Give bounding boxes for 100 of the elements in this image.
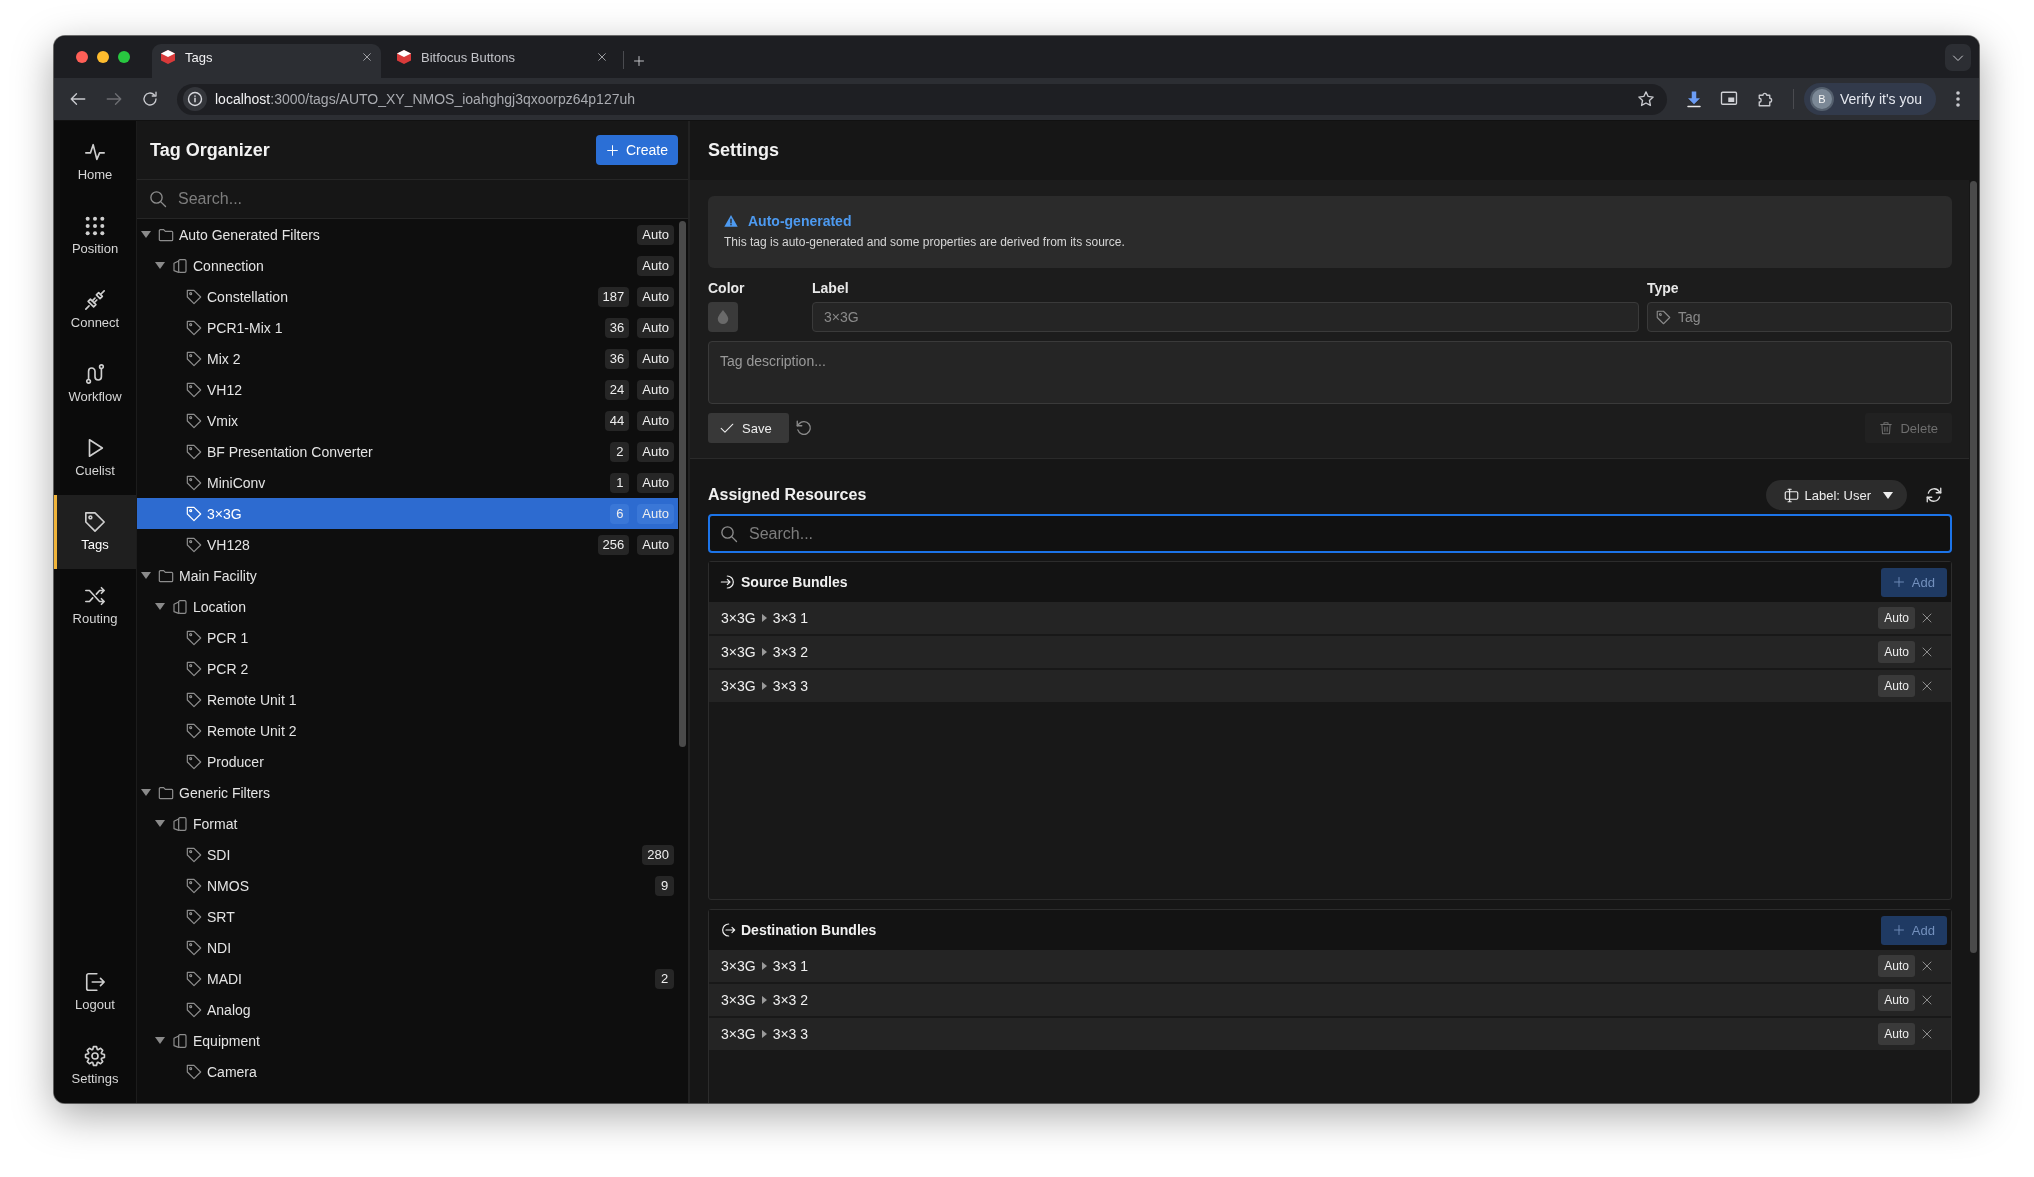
caret-down-icon[interactable]: [141, 789, 151, 796]
color-swatch[interactable]: [708, 302, 738, 332]
close-icon[interactable]: [1921, 646, 1933, 658]
pulse-icon: [84, 141, 106, 163]
tree-item[interactable]: MiniConv 1 Auto: [137, 467, 678, 498]
caret-down-icon[interactable]: [155, 262, 165, 269]
address-bar[interactable]: localhost:3000/tags/AUTO_XY_NMOS_ioahghgj3qxoorpz64p127uh: [177, 83, 1667, 115]
plus-icon: [1892, 576, 1905, 588]
window-maximize-icon[interactable]: [118, 51, 130, 63]
tree-item[interactable]: Camera: [137, 1056, 678, 1087]
close-icon[interactable]: [597, 52, 607, 62]
nav-item[interactable]: Cuelist: [54, 421, 136, 495]
tree-item[interactable]: 3×3G 6 Auto: [137, 498, 678, 529]
close-icon[interactable]: [1921, 612, 1933, 624]
caret-down-icon[interactable]: [155, 1037, 165, 1044]
plus-icon[interactable]: [633, 55, 645, 67]
create-button[interactable]: Create: [595, 135, 678, 165]
window-icon[interactable]: [1720, 90, 1738, 108]
tree-item[interactable]: Equipment: [137, 1025, 678, 1056]
nav-item[interactable]: Position: [54, 199, 136, 273]
window-minimize-icon[interactable]: [97, 51, 109, 63]
nav-item[interactable]: Home: [54, 125, 136, 199]
tree-item[interactable]: Constellation 187 Auto: [137, 281, 678, 312]
caret-down-icon[interactable]: [155, 603, 165, 610]
tab-list-button[interactable]: [1945, 44, 1971, 71]
nav-item[interactable]: Connect: [54, 273, 136, 347]
nav-item[interactable]: Routing: [54, 569, 136, 643]
reload-icon[interactable]: [141, 90, 159, 108]
tree-item[interactable]: Remote Unit 2: [137, 715, 678, 746]
profile-button[interactable]: B Verify it's you: [1804, 83, 1937, 115]
tree-item[interactable]: Remote Unit 1: [137, 684, 678, 715]
description-field[interactable]: Tag description...: [708, 341, 1952, 404]
tree-item[interactable]: Analog: [137, 994, 678, 1025]
tree-item[interactable]: Connection Auto: [137, 250, 678, 281]
tree-item[interactable]: Format: [137, 808, 678, 839]
save-button[interactable]: Save: [708, 413, 789, 443]
caret-down-icon[interactable]: [141, 572, 151, 579]
settings-icon: [84, 1045, 106, 1067]
tree-item[interactable]: Mix 2 36 Auto: [137, 343, 678, 374]
tree-item[interactable]: VH12 24 Auto: [137, 374, 678, 405]
tree-item[interactable]: PCR 1: [137, 622, 678, 653]
label-dropdown[interactable]: Label: User: [1765, 480, 1907, 510]
puzzle-icon[interactable]: [1757, 90, 1775, 108]
nav-item[interactable]: Logout: [54, 955, 136, 1029]
tree-item[interactable]: PCR 2: [137, 653, 678, 684]
star-icon[interactable]: [1637, 90, 1655, 108]
field-label: Type: [1647, 280, 1680, 296]
tree-item[interactable]: Main Facility: [137, 560, 678, 591]
window-close-icon[interactable]: [76, 51, 88, 63]
caret-right-icon: [761, 996, 767, 1004]
reset-icon[interactable]: [795, 419, 813, 437]
bundle-name: 3×3 2: [772, 992, 809, 1008]
back-arrow-icon[interactable]: [69, 90, 87, 108]
search-input[interactable]: Search...: [178, 187, 688, 211]
download-icon[interactable]: [1685, 90, 1703, 108]
tree-item[interactable]: Generic Filters: [137, 777, 678, 808]
nav-item[interactable]: Workflow: [54, 347, 136, 421]
info-icon[interactable]: [183, 87, 207, 111]
forward-arrow-icon[interactable]: [105, 90, 123, 108]
tree-item[interactable]: Location: [137, 591, 678, 622]
stacked-cards-icon: [172, 257, 188, 274]
tree-item[interactable]: Vmix 44 Auto: [137, 405, 678, 436]
search-input[interactable]: Search...: [749, 521, 1950, 546]
scrollbar-thumb[interactable]: [1970, 181, 1977, 953]
tree-item[interactable]: BF Presentation Converter 2 Auto: [137, 436, 678, 467]
browser-tab[interactable]: Tags: [152, 44, 381, 78]
close-icon[interactable]: [1921, 960, 1933, 972]
tag-icon: [186, 753, 202, 770]
refresh-icon[interactable]: [1925, 486, 1943, 504]
nav-item[interactable]: Settings: [54, 1029, 136, 1103]
field-label: Color: [708, 280, 746, 296]
tree-item[interactable]: Producer: [137, 746, 678, 777]
tree-item[interactable]: Auto Generated Filters Auto: [137, 219, 678, 250]
tree-item[interactable]: MADI 2: [137, 963, 678, 994]
scrollbar-thumb[interactable]: [679, 221, 686, 747]
count-badge: 1: [610, 472, 630, 493]
close-icon[interactable]: [1921, 680, 1933, 692]
type-badge: Auto: [637, 224, 674, 245]
shuffle-icon: [84, 585, 106, 607]
search-field[interactable]: Search...: [708, 514, 1952, 553]
close-icon[interactable]: [1921, 1028, 1933, 1040]
search-icon: [720, 524, 738, 543]
tree-item[interactable]: NDI: [137, 932, 678, 963]
tag-icon: [84, 511, 106, 533]
type-badge: Auto: [637, 286, 674, 307]
browser-tab[interactable]: Bitfocus Buttons: [388, 44, 616, 78]
close-icon[interactable]: [1921, 994, 1933, 1006]
tree-item[interactable]: PCR1-Mix 1 36 Auto: [137, 312, 678, 343]
more-icon[interactable]: [1956, 91, 1961, 107]
nav-item[interactable]: Tags: [54, 495, 136, 569]
cube-icon: [396, 49, 412, 65]
close-icon[interactable]: [362, 52, 372, 62]
tree-item[interactable]: NMOS 9: [137, 870, 678, 901]
tree-item[interactable]: SDI 280: [137, 839, 678, 870]
caret-down-icon[interactable]: [141, 231, 151, 238]
bundle-name: 3×3 3: [772, 1026, 809, 1042]
tree-item[interactable]: VH128 256 Auto: [137, 529, 678, 560]
plus-icon: [605, 143, 619, 157]
caret-down-icon[interactable]: [155, 820, 165, 827]
tree-item[interactable]: SRT: [137, 901, 678, 932]
